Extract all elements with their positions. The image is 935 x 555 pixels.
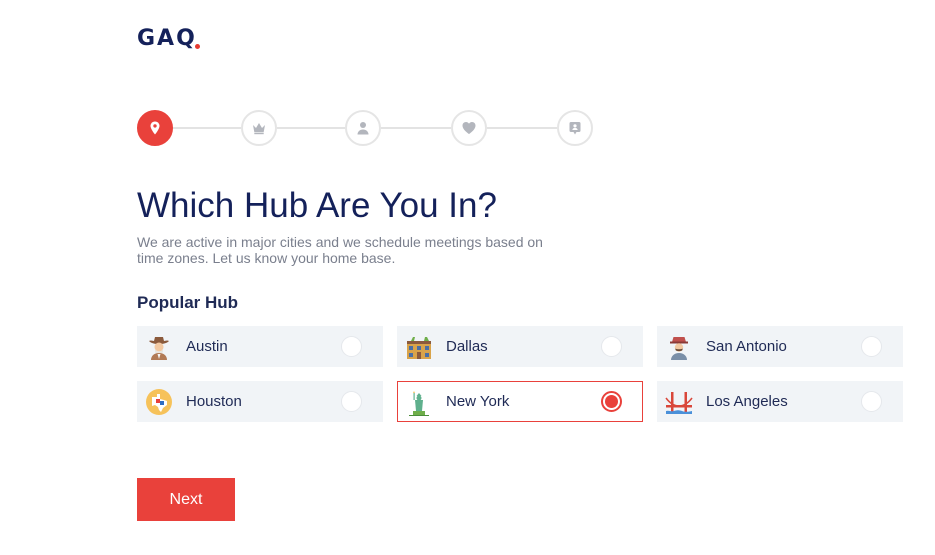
step-crown[interactable] bbox=[241, 110, 277, 146]
cowboy-icon bbox=[144, 332, 174, 362]
hub-option-dallas[interactable]: Dallas bbox=[397, 326, 643, 367]
golden-gate-bridge-icon bbox=[664, 387, 694, 417]
next-button[interactable]: Next bbox=[137, 478, 235, 521]
man-hat-icon bbox=[664, 332, 694, 362]
hub-label: Austin bbox=[186, 338, 228, 355]
hub-label: Dallas bbox=[446, 338, 488, 355]
hub-option-los-angeles[interactable]: Los Angeles bbox=[657, 381, 903, 422]
hub-label: New York bbox=[446, 393, 510, 410]
statue-of-liberty-icon bbox=[404, 387, 434, 417]
building-icon bbox=[404, 332, 434, 362]
radio-selected-dot bbox=[605, 395, 618, 408]
hub-option-austin[interactable]: Austin bbox=[137, 326, 383, 367]
hub-radio[interactable] bbox=[341, 391, 362, 412]
person-icon bbox=[357, 122, 369, 135]
step-location[interactable] bbox=[137, 110, 173, 146]
location-pin-icon bbox=[150, 121, 160, 135]
hub-option-new-york[interactable]: New York bbox=[397, 381, 643, 422]
page-title: Which Hub Are You In? bbox=[137, 186, 497, 225]
contact-card-icon bbox=[569, 122, 581, 135]
crown-icon bbox=[253, 123, 265, 135]
texas-map-icon bbox=[144, 387, 174, 417]
hub-label: Los Angeles bbox=[706, 393, 788, 410]
step-profile[interactable] bbox=[345, 110, 381, 146]
hub-radio[interactable] bbox=[861, 391, 882, 412]
hub-radio[interactable] bbox=[601, 391, 622, 412]
hub-option-houston[interactable]: Houston bbox=[137, 381, 383, 422]
logo: GAQ bbox=[137, 26, 200, 51]
section-title: Popular Hub bbox=[137, 293, 239, 312]
step-interests[interactable] bbox=[451, 110, 487, 146]
progress-stepper bbox=[137, 110, 593, 146]
page-subtitle: We are active in major cities and we sch… bbox=[137, 234, 543, 266]
heart-icon bbox=[462, 122, 476, 134]
hub-label: Houston bbox=[186, 393, 242, 410]
step-contact[interactable] bbox=[557, 110, 593, 146]
hub-option-san-antonio[interactable]: San Antonio bbox=[657, 326, 903, 367]
hub-radio[interactable] bbox=[861, 336, 882, 357]
hub-radio[interactable] bbox=[601, 336, 622, 357]
hub-label: San Antonio bbox=[706, 338, 787, 355]
hub-radio[interactable] bbox=[341, 336, 362, 357]
